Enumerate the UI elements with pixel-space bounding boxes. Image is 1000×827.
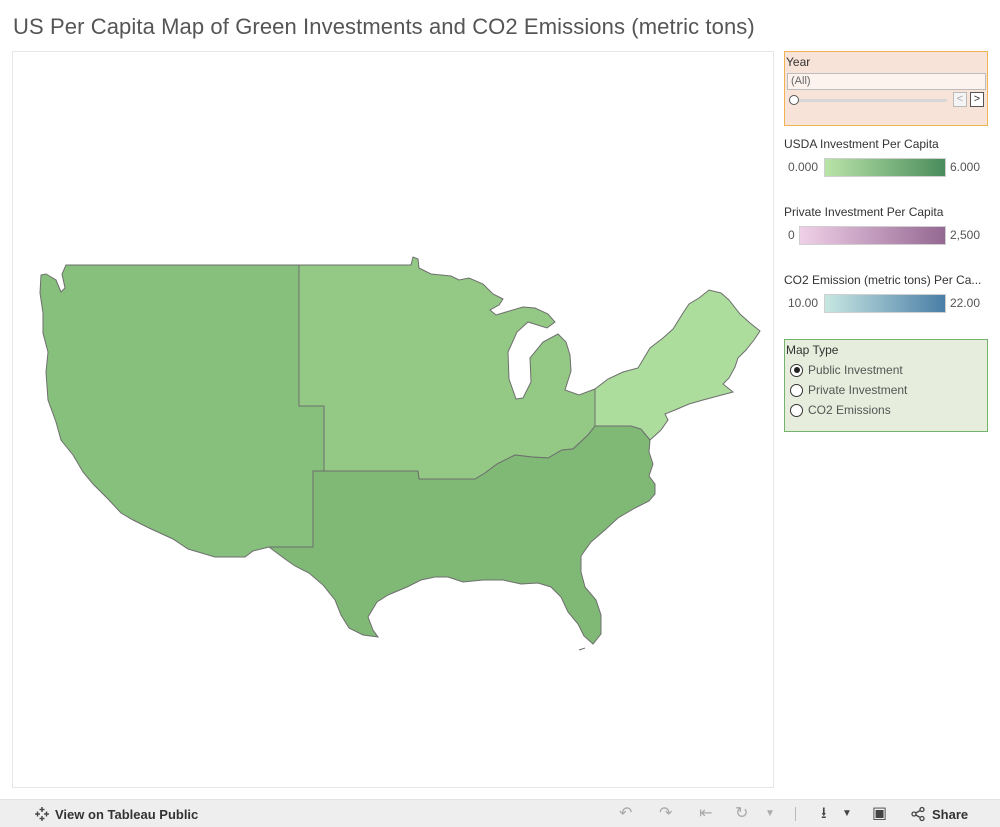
- refresh-dropdown-icon[interactable]: ▼: [765, 805, 775, 823]
- year-filter-value[interactable]: (All): [787, 73, 986, 90]
- year-prev-button[interactable]: <: [953, 92, 967, 107]
- radio-label: Private Investment: [808, 383, 908, 397]
- region-northeast[interactable]: [594, 289, 761, 441]
- footer-toolbar: View on Tableau Public ↶ ↷ ⇤ ↻ ▼ ⭳ ▼ ▣ S…: [0, 799, 1000, 827]
- map-pane[interactable]: [12, 51, 774, 788]
- legend-max: 22.00: [950, 296, 981, 310]
- legend-min: 0.000: [788, 160, 819, 174]
- region-west[interactable]: [39, 264, 325, 558]
- share-icon: [911, 806, 925, 822]
- toolbar-divider: [795, 807, 796, 821]
- download-icon[interactable]: ⭳: [821, 805, 827, 823]
- map-type-label: Map Type: [786, 343, 839, 357]
- radio-button[interactable]: [790, 403, 803, 417]
- share-button[interactable]: Share: [910, 806, 968, 822]
- legend-title: CO2 Emission (metric tons) Per Ca...: [784, 273, 982, 287]
- view-on-tableau-link[interactable]: View on Tableau Public: [34, 806, 198, 822]
- view-on-tableau-label: View on Tableau Public: [55, 806, 199, 822]
- key-west-speck: [578, 647, 586, 651]
- refresh-icon[interactable]: ↻: [735, 805, 748, 823]
- radio-button[interactable]: [790, 383, 803, 397]
- us-region-map[interactable]: [13, 52, 775, 789]
- legend-max: 2,500: [950, 228, 981, 242]
- download-dropdown-icon[interactable]: ▼: [842, 805, 852, 823]
- year-filter-label: Year: [786, 55, 811, 69]
- share-label: Share: [932, 806, 969, 822]
- legend-min: 0: [788, 228, 795, 242]
- fullscreen-icon[interactable]: ▣: [872, 805, 887, 823]
- legend-title: Private Investment Per Capita: [784, 205, 944, 219]
- tableau-logo-icon: [35, 807, 49, 821]
- radio-label: Public Investment: [808, 363, 903, 377]
- legend-gradient-bar: [824, 158, 946, 177]
- radio-public-investment[interactable]: Public Investment: [790, 361, 903, 379]
- map-type-parameter: Map Type Public Investment Private Inves…: [784, 339, 988, 432]
- legend-gradient-bar: [824, 294, 946, 313]
- redo-icon[interactable]: ↷: [659, 805, 672, 823]
- radio-private-investment[interactable]: Private Investment: [790, 381, 907, 399]
- legend-title: USDA Investment Per Capita: [784, 137, 939, 151]
- page-title: US Per Capita Map of Green Investments a…: [13, 14, 755, 39]
- radio-co2-emissions[interactable]: CO2 Emissions: [790, 401, 891, 419]
- legend-usda: USDA Investment Per Capita 0.000 6.000: [784, 137, 988, 178]
- region-midwest[interactable]: [298, 256, 596, 480]
- year-next-button[interactable]: >: [970, 92, 984, 107]
- legend-private: Private Investment Per Capita 0 2,500: [784, 205, 988, 246]
- undo-icon[interactable]: ↶: [619, 805, 632, 823]
- legend-max: 6.000: [950, 160, 981, 174]
- year-filter[interactable]: Year (All) < >: [784, 51, 988, 126]
- legend-co2: CO2 Emission (metric tons) Per Ca... 10.…: [784, 273, 988, 314]
- legend-gradient-bar: [799, 226, 946, 245]
- year-slider-track[interactable]: [795, 99, 947, 102]
- revert-icon[interactable]: ⇤: [699, 805, 712, 823]
- year-slider-thumb[interactable]: [789, 95, 799, 105]
- radio-label: CO2 Emissions: [808, 403, 891, 417]
- legend-min: 10.00: [788, 296, 819, 310]
- radio-button[interactable]: [790, 363, 803, 377]
